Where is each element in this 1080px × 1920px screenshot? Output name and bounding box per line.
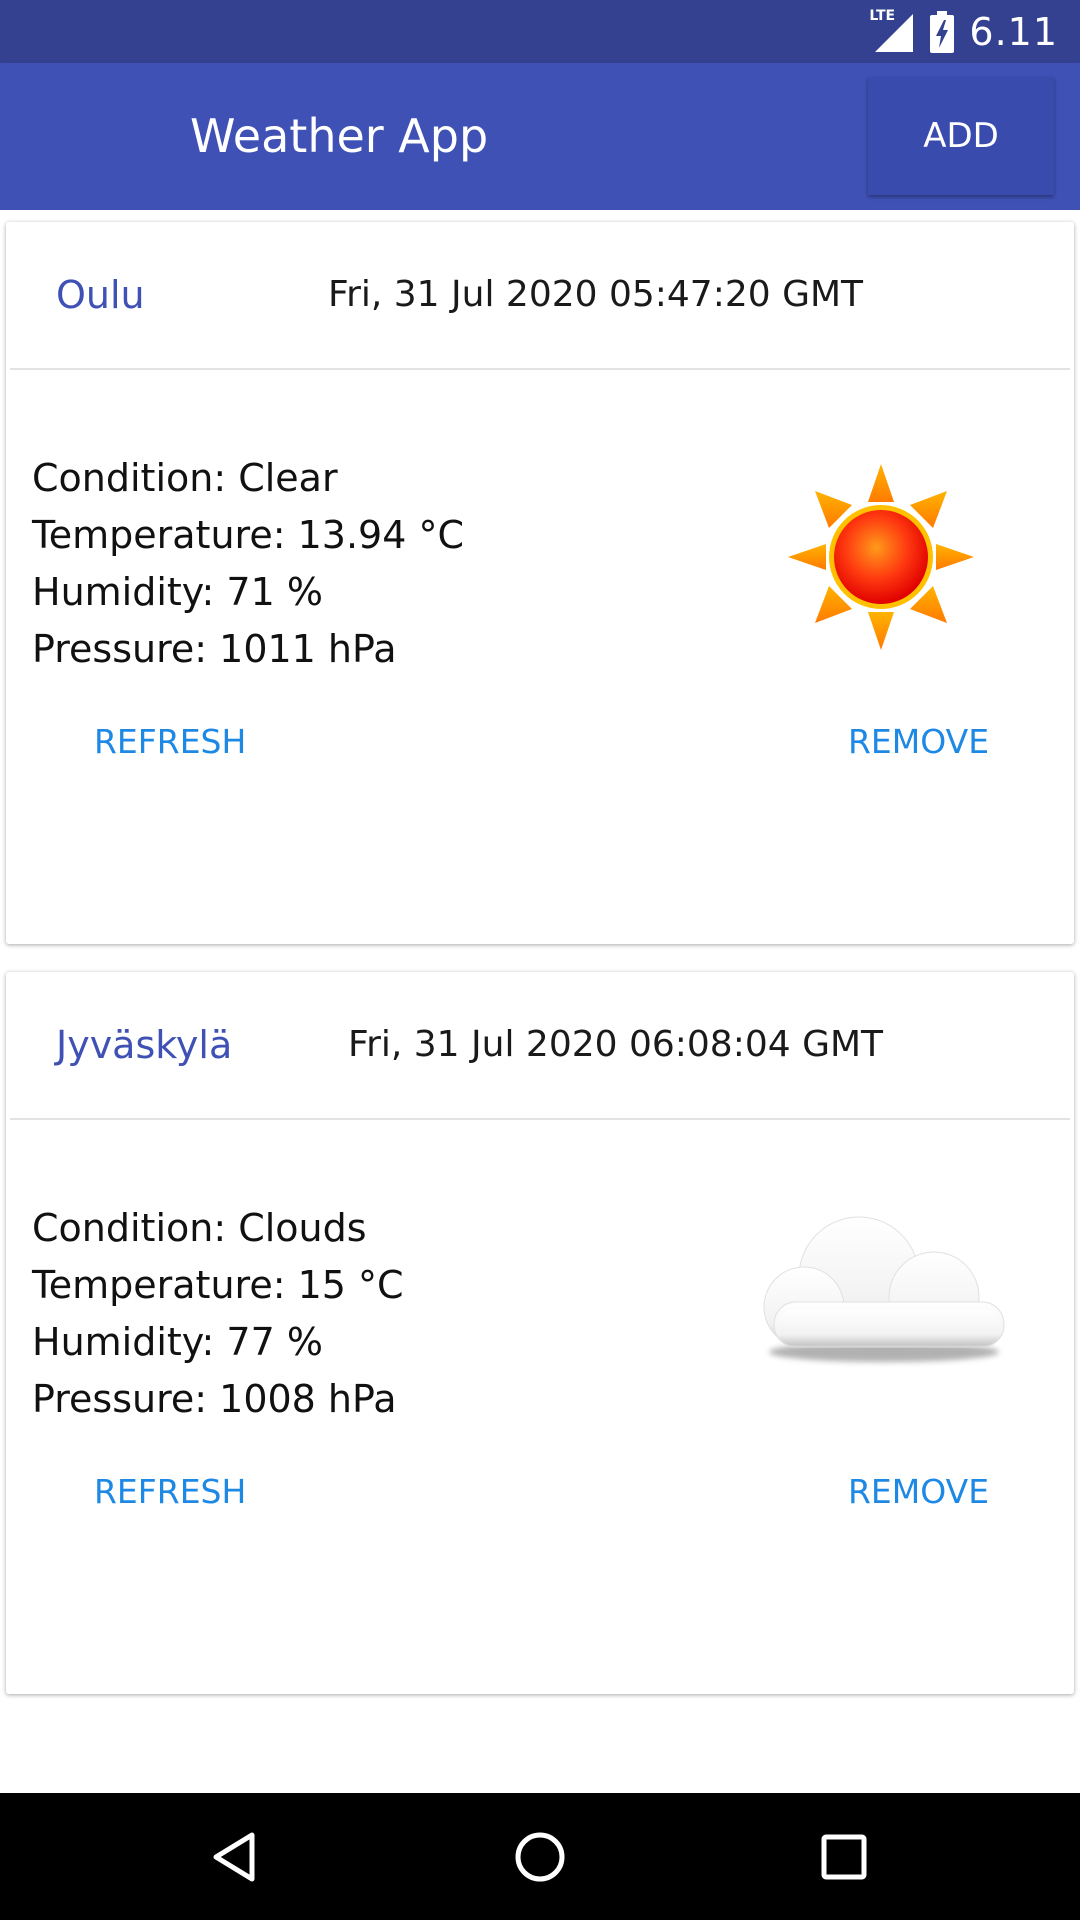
status-icons: LTE 6.11 (869, 0, 1058, 63)
lte-signal-icon: LTE (869, 7, 915, 54)
weather-details: Condition: Clouds Temperature: 15 °C Hum… (32, 1200, 404, 1428)
app-bar: Weather App ADD (0, 63, 1080, 210)
condition-text: Condition: Clouds (32, 1206, 367, 1250)
humidity-text: Humidity: 77 % (32, 1320, 323, 1364)
status-bar: LTE 6.11 (0, 0, 1080, 63)
home-button[interactable] (480, 1793, 600, 1920)
card-header: Oulu Fri, 31 Jul 2020 05:47:20 GMT (10, 222, 1070, 370)
back-icon (213, 1832, 255, 1881)
city-name: Jyväskylä (56, 1023, 233, 1067)
status-time: 6.11 (969, 9, 1058, 54)
refresh-button[interactable]: REFRESH (94, 1442, 246, 1542)
condition-text: Condition: Clear (32, 456, 338, 500)
temperature-text: Temperature: 13.94 °C (32, 513, 464, 557)
humidity-text: Humidity: 71 % (32, 570, 323, 614)
system-navigation-bar (0, 1793, 1080, 1920)
update-timestamp: Fri, 31 Jul 2020 05:47:20 GMT (328, 274, 864, 315)
remove-button[interactable]: REMOVE (848, 1442, 989, 1542)
city-name: Oulu (56, 273, 145, 317)
cloud-icon (744, 1202, 1024, 1376)
weather-card: Jyväskylä Fri, 31 Jul 2020 06:08:04 GMT … (6, 972, 1074, 1694)
pressure-text: Pressure: 1008 hPa (32, 1377, 397, 1421)
temperature-text: Temperature: 15 °C (32, 1263, 404, 1307)
update-timestamp: Fri, 31 Jul 2020 06:08:04 GMT (348, 1024, 884, 1065)
add-button[interactable]: ADD (868, 77, 1054, 195)
recents-icon (821, 1834, 867, 1879)
weather-list[interactable]: Oulu Fri, 31 Jul 2020 05:47:20 GMT Condi… (0, 210, 1080, 1793)
home-icon (515, 1832, 565, 1881)
refresh-button[interactable]: REFRESH (94, 692, 246, 792)
weather-details: Condition: Clear Temperature: 13.94 °C H… (32, 450, 464, 678)
card-header: Jyväskylä Fri, 31 Jul 2020 06:08:04 GMT (10, 972, 1070, 1120)
back-button[interactable] (176, 1793, 296, 1920)
recents-button[interactable] (784, 1793, 904, 1920)
battery-charging-icon (929, 10, 955, 53)
remove-button[interactable]: REMOVE (848, 692, 989, 792)
pressure-text: Pressure: 1011 hPa (32, 627, 397, 671)
sun-icon (786, 462, 976, 656)
network-type-label: LTE (869, 7, 896, 24)
weather-card: Oulu Fri, 31 Jul 2020 05:47:20 GMT Condi… (6, 222, 1074, 944)
app-title: Weather App (190, 109, 489, 163)
